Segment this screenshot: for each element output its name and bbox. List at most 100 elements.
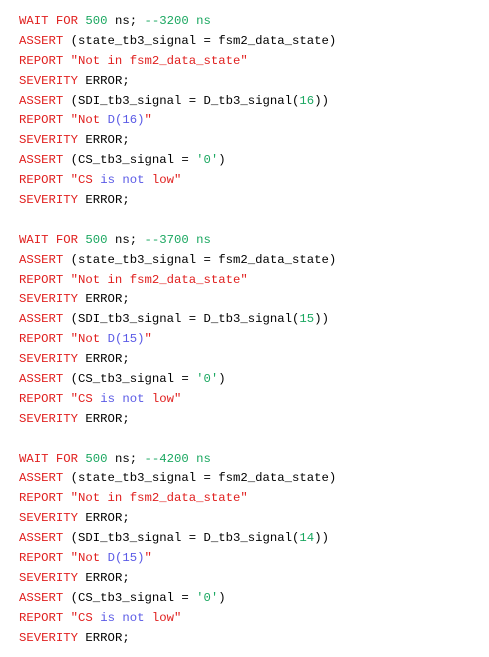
code-line[interactable]: ASSERT (SDI_tb3_signal = D_tb3_signal(14… — [19, 529, 489, 549]
code-line[interactable]: REPORT "Not in fsm2_data_state" — [19, 52, 489, 72]
code-token-op: ; — [122, 511, 130, 526]
code-line[interactable]: REPORT "Not in fsm2_data_state" — [19, 271, 489, 291]
code-line[interactable]: REPORT "Not D(15)" — [19, 330, 489, 350]
code-token-id: (state_tb3_signal = fsm2_data_state) — [70, 471, 337, 486]
code-token-str: "CS — [70, 391, 101, 406]
code-line[interactable]: REPORT "Not D(16)" — [19, 111, 489, 131]
code-line[interactable]: ASSERT (CS_tb3_signal = '0') — [19, 589, 489, 609]
code-token-id: ns — [107, 14, 130, 28]
code-line[interactable]: WAIT FOR 500 ns; --4200 ns — [19, 450, 489, 470]
code-token-kw: WAIT FOR — [19, 232, 86, 247]
code-line[interactable]: SEVERITY ERROR; — [19, 191, 489, 211]
code-token-id: ERROR — [85, 511, 123, 526]
code-token-str: "Not — [70, 332, 108, 347]
code-line[interactable]: REPORT "CS is not low" — [19, 609, 489, 629]
code-token-kw: ASSERT — [19, 252, 71, 267]
code-token-str: " — [144, 113, 152, 128]
code-token-cmt: --3700 ns — [144, 232, 211, 247]
code-line[interactable]: ASSERT (CS_tb3_signal = '0') — [19, 151, 489, 171]
code-token-kw: ASSERT — [19, 33, 71, 48]
code-token-str: low" — [144, 173, 182, 188]
code-line[interactable]: SEVERITY ERROR; — [19, 509, 489, 529]
code-editor[interactable]: WAIT FOR 500 ns; --3200 ns ASSERT (state_… — [0, 0, 489, 657]
code-token-op: ; — [122, 411, 130, 426]
code-line[interactable]: SEVERITY ERROR; — [19, 131, 489, 151]
code-line[interactable]: ASSERT (SDI_tb3_signal = D_tb3_signal(16… — [19, 92, 489, 112]
code-token-id: ERROR — [85, 411, 123, 426]
code-line[interactable]: SEVERITY ERROR; — [19, 410, 489, 430]
code-token-op: ; — [122, 292, 130, 307]
code-token-id: ERROR — [85, 133, 123, 148]
code-token-kw: SEVERITY — [19, 511, 86, 526]
code-token-num: '0' — [196, 590, 219, 605]
code-token-kw: REPORT — [19, 53, 71, 68]
code-token-str: low" — [144, 391, 182, 406]
code-line[interactable]: WAIT FOR 500 ns; --3700 ns — [19, 231, 489, 251]
code-token-sd: D(16) — [107, 113, 145, 128]
code-token-kw: REPORT — [19, 491, 71, 506]
code-token-id: ns — [107, 451, 130, 466]
code-token-sd: D(15) — [107, 332, 145, 347]
code-token-id: )) — [314, 93, 329, 108]
code-token-str: "Not — [70, 113, 108, 128]
code-token-id: (state_tb3_signal = fsm2_data_state) — [70, 33, 337, 48]
code-token-id: (CS_tb3_signal = — [70, 153, 197, 168]
code-token-op: ; — [122, 193, 130, 208]
code-line[interactable]: REPORT "CS is not low" — [19, 390, 489, 410]
code-line[interactable]: SEVERITY ERROR; — [19, 350, 489, 370]
code-token-kw: REPORT — [19, 272, 71, 287]
code-token-str: "Not in fsm2_data_state" — [70, 53, 248, 68]
code-token-kw: ASSERT — [19, 93, 71, 108]
code-token-id: (SDI_tb3_signal = D_tb3_signal( — [70, 531, 300, 546]
code-token-str: " — [144, 332, 152, 347]
code-token-kw: SEVERITY — [19, 352, 86, 367]
code-token-str: "Not in fsm2_data_state" — [70, 491, 248, 506]
code-token-id: ERROR — [85, 73, 123, 88]
code-token-kw: SEVERITY — [19, 193, 86, 208]
code-token-kw: REPORT — [19, 551, 71, 566]
code-token-id: (CS_tb3_signal = — [70, 590, 197, 605]
code-token-sd: is not — [100, 391, 145, 406]
code-line[interactable]: REPORT "Not D(15)" — [19, 549, 489, 569]
code-token-num: 500 — [85, 451, 108, 466]
code-token-kw: REPORT — [19, 391, 71, 406]
code-line[interactable]: ASSERT (CS_tb3_signal = '0') — [19, 370, 489, 390]
code-token-id: ERROR — [85, 292, 123, 307]
code-token-id: ERROR — [85, 570, 123, 585]
code-line[interactable]: ASSERT (SDI_tb3_signal = D_tb3_signal(15… — [19, 310, 489, 330]
code-token-kw: SEVERITY — [19, 630, 86, 645]
code-line[interactable]: SEVERITY ERROR; — [19, 72, 489, 92]
code-line[interactable]: REPORT "Not in fsm2_data_state" — [19, 489, 489, 509]
code-line[interactable] — [19, 211, 489, 231]
code-token-id: ) — [218, 372, 226, 387]
code-line[interactable]: SEVERITY ERROR; — [19, 569, 489, 589]
code-token-kw: REPORT — [19, 173, 71, 188]
code-token-kw: REPORT — [19, 610, 71, 625]
code-token-kw: REPORT — [19, 332, 71, 347]
code-line[interactable]: ASSERT (state_tb3_signal = fsm2_data_sta… — [19, 251, 489, 271]
code-token-id: (CS_tb3_signal = — [70, 372, 197, 387]
code-token-num: 15 — [299, 312, 315, 327]
code-token-kw: ASSERT — [19, 590, 71, 605]
code-token-kw: SEVERITY — [19, 570, 86, 585]
code-line[interactable] — [19, 430, 489, 450]
code-token-id: ) — [218, 590, 226, 605]
code-line[interactable]: ASSERT (state_tb3_signal = fsm2_data_sta… — [19, 469, 489, 489]
code-token-str: low" — [144, 610, 182, 625]
code-line[interactable]: WAIT FOR 500 ns; --3200 ns — [19, 12, 489, 32]
code-line[interactable]: SEVERITY ERROR; — [19, 290, 489, 310]
code-token-id: ) — [218, 153, 226, 168]
code-line[interactable]: REPORT "CS is not low" — [19, 171, 489, 191]
code-token-num: 500 — [85, 232, 108, 247]
code-token-num: 500 — [85, 14, 108, 28]
code-token-op: ; — [122, 133, 130, 148]
code-token-op: ; — [122, 570, 130, 585]
code-token-num: '0' — [196, 372, 219, 387]
code-token-kw: REPORT — [19, 113, 71, 128]
code-token-id: ns — [107, 232, 130, 247]
code-line[interactable]: ASSERT (state_tb3_signal = fsm2_data_sta… — [19, 32, 489, 52]
code-line[interactable]: SEVERITY ERROR; — [19, 629, 489, 649]
code-token-op: ; — [129, 14, 145, 28]
code-token-kw: SEVERITY — [19, 133, 86, 148]
code-token-id: )) — [314, 531, 329, 546]
